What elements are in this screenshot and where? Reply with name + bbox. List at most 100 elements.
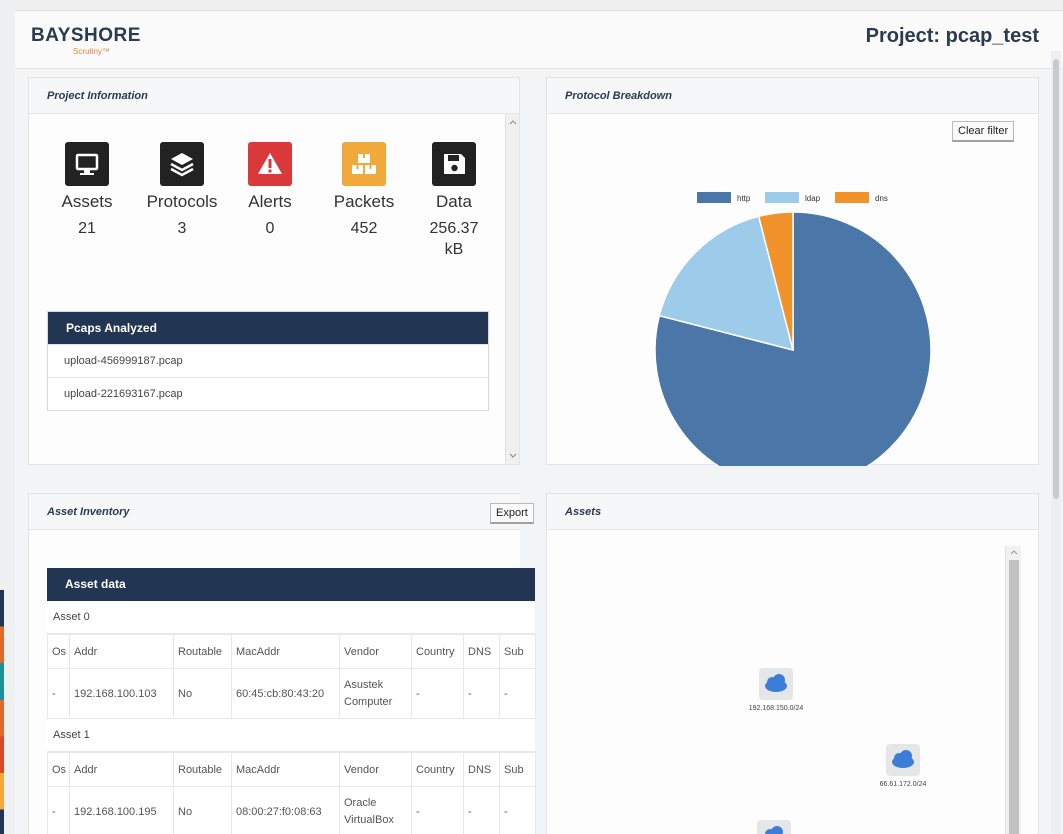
column-header[interactable]: Vendor (339, 634, 412, 669)
column-header[interactable]: Addr (69, 752, 174, 787)
cell-dns: - (463, 668, 500, 719)
protocol-pie-chart: http ldap dns (654, 192, 932, 466)
cloud-icon (759, 668, 793, 700)
cell-sub: - (499, 786, 536, 834)
stat-alerts: Alerts 0 (230, 142, 310, 239)
export-button[interactable]: Export (490, 503, 534, 524)
stat-value: 452 (350, 220, 378, 237)
asset-group-title: Asset 0 (47, 601, 535, 634)
stat-protocols: Protocols 3 (142, 142, 222, 239)
network-node[interactable]: 66.61.172.0/24 (858, 744, 948, 788)
asset-table: Os Addr Routable MacAddr Vendor Country … (47, 634, 536, 719)
table-header-row: Os Addr Routable MacAddr Vendor Country … (47, 752, 536, 787)
assets-scrollbar[interactable] (1005, 546, 1021, 834)
cell-vendor: Oracle VirtualBox (339, 786, 412, 834)
cell-routable: No (173, 786, 232, 834)
stat-value: 256.37 kB (429, 220, 479, 258)
page-scrollbar[interactable] (1051, 51, 1061, 834)
legend-swatch-ldap[interactable] (765, 192, 799, 203)
column-header[interactable]: Country (411, 752, 464, 787)
cloud-icon (886, 744, 920, 776)
asset-inventory-title: Asset Inventory (47, 506, 130, 518)
packages-icon (342, 142, 386, 186)
project-info-panel: Project Information Assets 21 Protocols … (28, 77, 520, 465)
left-edge-strip (0, 590, 4, 834)
brand-subtitle: Scrutiny™ (73, 47, 110, 56)
floppy-disk-icon (432, 142, 476, 186)
node-label: 192.168.150.0/24 (748, 705, 804, 712)
stat-label: Packets (333, 192, 395, 211)
column-header[interactable]: Routable (173, 752, 232, 787)
column-header[interactable]: Addr (69, 634, 174, 669)
monitor-icon (65, 142, 109, 186)
assets-panel: Assets 192.168.150.0/24 66.61.172.0/24 (546, 493, 1039, 834)
column-header[interactable]: DNS (463, 752, 500, 787)
column-header[interactable]: Routable (173, 634, 232, 669)
brand-logo[interactable]: BAYSHORE (31, 25, 141, 47)
legend-label-dns: dns (875, 194, 888, 203)
pcap-row[interactable]: upload-456999187.pcap (48, 344, 488, 377)
cell-macaddr: 08:00:27:f0:08:63 (231, 786, 340, 834)
table-header-row: Os Addr Routable MacAddr Vendor Country … (47, 634, 536, 669)
asset-group-title: Asset 1 (47, 719, 535, 752)
scrollbar-thumb[interactable] (1009, 560, 1019, 834)
cell-macaddr: 60:45:cb:80:43:20 (231, 668, 340, 719)
column-header[interactable]: Vendor (339, 752, 412, 787)
app-page: BAYSHORE Scrutiny™ Project: pcap_test Pr… (15, 10, 1063, 834)
legend-label-ldap: ldap (805, 194, 821, 203)
protocol-breakdown-panel: Protocol Breakdown Clear filter http ldap… (546, 77, 1039, 466)
stat-value: 3 (177, 220, 187, 237)
node-label: 66.61.172.0/24 (879, 781, 927, 788)
project-info-scrollbar[interactable] (505, 114, 519, 464)
cell-vendor: Asustek Computer (339, 668, 412, 719)
column-header[interactable]: MacAddr (231, 634, 340, 669)
stat-assets: Assets 21 (47, 142, 127, 239)
stat-label: Data (436, 192, 472, 211)
protocol-breakdown-title: Protocol Breakdown (565, 90, 672, 102)
network-node[interactable]: 192.168.150.0/24 (731, 668, 821, 712)
legend-label-http: http (737, 194, 751, 203)
page-title: Project: pcap_test (865, 25, 1039, 47)
table-row[interactable]: - 192.168.100.103 No 60:45:cb:80:43:20 A… (47, 668, 536, 719)
cell-os: - (47, 786, 70, 834)
cell-country: - (411, 668, 464, 719)
stat-value: 0 (265, 220, 275, 237)
column-header[interactable]: DNS (463, 634, 500, 669)
table-row[interactable]: - 192.168.100.195 No 08:00:27:f0:08:63 O… (47, 786, 536, 834)
stat-data: Data 256.37 kB (420, 142, 488, 260)
app-header: BAYSHORE Scrutiny™ Project: pcap_test (15, 11, 1063, 69)
cell-routable: No (173, 668, 232, 719)
asset-data-header: Asset data (47, 568, 535, 601)
column-header[interactable]: Os (47, 752, 70, 787)
cell-addr: 192.168.100.195 (69, 786, 174, 834)
cell-country: - (411, 786, 464, 834)
cell-sub: - (499, 668, 536, 719)
stats-row: Assets 21 Protocols 3 Alerts 0 Packets 4… (47, 142, 507, 258)
network-node[interactable] (739, 820, 809, 834)
layers-icon (160, 142, 204, 186)
assets-title: Assets (565, 506, 602, 518)
cell-os: - (47, 668, 70, 719)
stat-label: Alerts (248, 192, 292, 211)
column-header[interactable]: Os (47, 634, 70, 669)
project-info-title: Project Information (47, 90, 148, 102)
page-scrollbar-thumb[interactable] (1053, 59, 1059, 499)
pcaps-header: Pcaps Analyzed (48, 312, 488, 344)
cloud-icon (757, 820, 791, 834)
column-header[interactable]: MacAddr (231, 752, 340, 787)
stat-label: Assets (61, 192, 113, 211)
stat-label: Protocols (146, 192, 218, 211)
pcap-row[interactable]: upload-221693167.pcap (48, 377, 488, 410)
cell-addr: 192.168.100.103 (69, 668, 174, 719)
legend-swatch-http[interactable] (697, 192, 731, 203)
pcaps-table: Pcaps Analyzed upload-456999187.pcap upl… (47, 311, 489, 411)
cell-dns: - (463, 786, 500, 834)
warning-icon (248, 142, 292, 186)
asset-table: Os Addr Routable MacAddr Vendor Country … (47, 752, 536, 834)
stat-packets: Packets 452 (324, 142, 404, 239)
stat-value: 21 (78, 220, 96, 237)
column-header[interactable]: Sub (499, 634, 536, 669)
column-header[interactable]: Sub (499, 752, 536, 787)
legend-swatch-dns[interactable] (835, 192, 869, 203)
column-header[interactable]: Country (411, 634, 464, 669)
